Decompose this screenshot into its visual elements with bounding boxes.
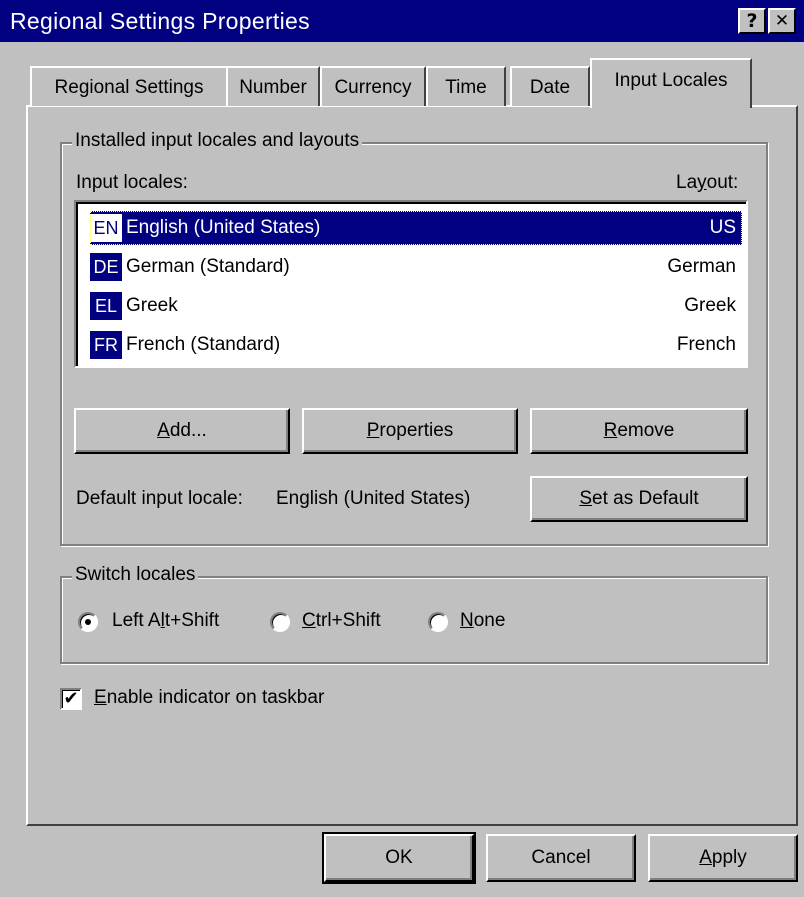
locale-layout: Greek [684,295,736,316]
tab-currency[interactable]: Currency [320,66,426,106]
ctrl-shift-radio[interactable] [270,612,290,632]
checkmark-icon: ✔ [63,688,79,709]
tab-label: Time [445,77,487,98]
remove-button-label: Remove [603,420,675,441]
title-bar: Regional Settings Properties ? ✕ [0,0,804,42]
enable-indicator-label[interactable]: Enable indicator on taskbar [94,687,324,709]
help-icon: ? [746,10,758,32]
properties-button-label: Properties [366,420,454,441]
locale-row-en[interactable]: EN English (United States) US [90,211,742,245]
switch-locales-legend: Switch locales [72,564,199,586]
tab-label: Input Locales [614,70,728,91]
tab-input-locales[interactable]: Input Locales [590,58,752,108]
tab-regional-settings[interactable]: Regional Settings [30,66,228,106]
ok-button[interactable]: OK [322,832,476,884]
locale-row-de[interactable]: DE German (Standard) German [90,250,742,284]
ok-button-label: OK [385,847,413,868]
language-el-icon: EL [90,292,122,320]
input-locales-list[interactable]: EN English (United States) US DE German … [74,200,748,368]
installed-locales-legend: Installed input locales and layouts [72,130,363,152]
enable-indicator-checkbox[interactable]: ✔ [60,688,82,710]
tab-label: Currency [334,77,412,98]
locale-name: Greek [126,295,178,316]
input-locales-column-header: Input locales: [76,172,188,193]
left-alt-shift-label[interactable]: Left Alt+Shift [112,610,219,632]
apply-button-label: Apply [699,847,747,868]
locale-layout: German [667,256,736,277]
locale-name: German (Standard) [126,256,290,277]
left-alt-shift-radio[interactable] [78,612,98,632]
locale-layout: US [709,217,736,238]
tab-time[interactable]: Time [426,66,506,106]
tab-label: Date [529,77,571,98]
locale-name: French (Standard) [126,334,281,355]
apply-button[interactable]: Apply [648,834,798,882]
cancel-button[interactable]: Cancel [486,834,636,882]
ctrl-shift-label[interactable]: Ctrl+Shift [302,610,381,632]
language-de-icon: DE [90,253,122,281]
tab-label: Regional Settings [54,77,204,98]
window-title: Regional Settings Properties [10,8,310,34]
add-button-label: Add... [157,420,207,441]
remove-button[interactable]: Remove [530,408,748,454]
none-label[interactable]: None [460,610,505,632]
locale-row-fr[interactable]: FR French (Standard) French [90,328,742,362]
none-radio[interactable] [428,612,448,632]
language-en-icon: EN [90,214,122,242]
tab-label: Number [239,77,307,98]
locale-row-el[interactable]: EL Greek Greek [90,289,742,323]
cancel-button-label: Cancel [531,847,591,868]
layout-column-header: Layout: [676,172,739,193]
language-fr-icon: FR [90,331,122,359]
set-as-default-label: Set as Default [579,488,699,509]
locale-name: English (United States) [126,217,321,238]
close-icon: ✕ [774,11,790,31]
active-tab-joiner [592,104,750,108]
set-as-default-button[interactable]: Set as Default [530,476,748,522]
default-input-locale-label: Default input locale: [76,488,243,509]
close-button[interactable]: ✕ [768,8,796,34]
properties-button[interactable]: Properties [302,408,518,454]
default-input-locale-value: English (United States) [276,488,471,509]
help-button[interactable]: ? [738,8,766,34]
tab-number[interactable]: Number [226,66,320,106]
add-button[interactable]: Add... [74,408,290,454]
tab-date[interactable]: Date [510,66,590,106]
locale-layout: French [676,334,736,355]
